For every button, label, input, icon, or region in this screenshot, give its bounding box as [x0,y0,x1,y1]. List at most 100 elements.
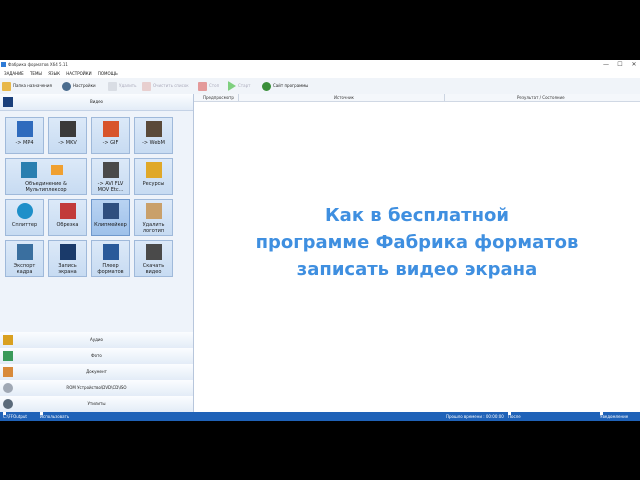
output-folder-label: Папка назначения [13,83,52,88]
toolbar: Папка назначения Настройки Удалить Очист… [0,78,640,95]
app-window: Фабрика форматов X64 5.11 — ☐ ✕ ЗАДАНИЕ … [0,60,640,421]
task-list-panel: Предпросмотр Источник Результат / Состоя… [194,94,640,412]
menu-language[interactable]: ЯЗЫК [48,71,60,76]
player-icon [103,244,119,260]
category-audio[interactable]: Аудио [0,332,193,349]
app-icon [1,62,6,67]
title-bar: Фабрика форматов X64 5.11 — ☐ ✕ [0,60,640,70]
settings-button[interactable]: Настройки [62,81,96,91]
music-icon [51,165,63,175]
category-audio-label: Аудио [90,337,103,342]
eraser-icon [146,203,162,219]
tile-label: -> AVI FLV MOV Etc... [97,181,124,193]
close-button[interactable]: ✕ [628,60,640,70]
stop-label: Стоп [209,83,220,88]
website-button[interactable]: Сайт программы [262,81,308,91]
menu-help[interactable]: ПОМОЩЬ [98,71,118,76]
tile-clipmaker[interactable]: Клипмейкер [91,199,130,236]
tile-label: -> MP4 [15,140,34,146]
overlay-caption: Как в бесплатной программе Фабрика форма… [194,202,640,283]
tile-label: Сплиттер [11,222,38,228]
tile-to-avi-flv-mov[interactable]: -> AVI FLV MOV Etc... [91,158,130,195]
task-list-header: Предпросмотр Источник Результат / Состоя… [194,94,640,102]
notify-label: Уведомление [600,414,629,419]
overlay-line-3: записать видео экрана [296,259,538,280]
tile-format-player[interactable]: Плеер форматов [91,240,130,277]
stop-button[interactable]: Стоп [198,81,219,91]
gear-icon [62,81,71,91]
webm-icon [146,121,162,137]
tile-label: Клипмейкер [94,222,127,228]
category-utilities-label: Утилиты [87,401,106,406]
menu-themes[interactable]: ТЕМЫ [30,71,42,76]
stop-icon [198,81,207,91]
tile-label: Запись экрана [58,263,77,275]
tile-splitter[interactable]: Сплиттер [5,199,44,236]
column-preview[interactable]: Предпросмотр [203,94,234,101]
output-path-label: C:\FFOutput [3,414,27,419]
remove-icon [108,81,117,91]
tile-label: Плеер форматов [97,263,124,275]
screen-record-icon [60,244,76,260]
tile-to-gif[interactable]: -> GIF [91,117,130,154]
window-title: Фабрика форматов X64 5.11 [8,62,68,67]
tile-crop[interactable]: Обрезка [48,199,87,236]
document-icon [3,367,13,377]
minimize-button[interactable]: — [600,60,612,70]
frame-export-icon [17,244,33,260]
website-label: Сайт программы [273,83,309,88]
tile-label: -> MKV [58,140,77,146]
tile-label: Удалить логотип [142,222,165,234]
mp4-icon [17,121,33,137]
clipmaker-icon [103,203,119,219]
maximize-button[interactable]: ☐ [614,60,626,70]
column-source[interactable]: Источник [334,94,354,101]
menu-settings[interactable]: НАСТРОЙКИ [66,71,91,76]
tile-merge-mux[interactable]: Объединение & Мультиплексор [5,158,87,195]
tile-label: Скачать видео [142,263,165,275]
tile-label: -> GIF [102,140,119,146]
category-document[interactable]: Документ [0,364,193,381]
scissors-icon [60,203,76,219]
output-folder-button[interactable]: Папка назначения [2,81,52,91]
merge-icon [21,162,37,178]
category-photo[interactable]: Фото [0,348,193,365]
overlay-line-2: программе Фабрика форматов [255,232,579,253]
elapsed-time: Прошло времени : 00:00:00 [446,414,504,419]
column-divider [444,94,445,101]
after-convert-label: После конвертации : Выключить ПК [508,414,521,419]
category-photo-label: Фото [91,353,102,358]
category-panel: Видео -> MP4 -> MKV -> GIF -> WebM Объед… [0,94,194,413]
category-utilities[interactable]: Утилиты [0,396,193,413]
clear-list-button[interactable]: Очистить список [142,81,189,91]
tile-to-mkv[interactable]: -> MKV [48,117,87,154]
category-video[interactable]: Видео [0,94,193,111]
tools-icon [3,399,13,409]
gif-icon [103,121,119,137]
start-button[interactable]: Старт [228,81,250,91]
settings-label: Настройки [73,83,96,88]
tile-to-webm[interactable]: -> WebM [134,117,173,154]
menu-task[interactable]: ЗАДАНИЕ [4,71,24,76]
resources-icon [146,162,162,178]
column-result[interactable]: Результат / Состояние [517,94,565,101]
tile-export-frame[interactable]: Экспорт кадра [5,240,44,277]
category-rom[interactable]: ROM Устройство\DVD\CD\ISO [0,380,193,397]
folder-icon [2,81,11,91]
category-document-label: Документ [86,369,107,374]
status-bar: C:\FFOutput Использовать многопоточность… [0,412,640,421]
menu-bar: ЗАДАНИЕ ТЕМЫ ЯЗЫК НАСТРОЙКИ ПОМОЩЬ [0,70,640,78]
tile-to-mp4[interactable]: -> MP4 [5,117,44,154]
globe-icon [262,81,271,91]
tile-screen-record[interactable]: Запись экрана [48,240,87,277]
tile-label: Экспорт кадра [13,263,36,275]
tile-remove-logo[interactable]: Удалить логотип [134,199,173,236]
disc-icon [3,383,13,393]
tile-label: Обрезка [56,222,79,228]
mkv-icon [60,121,76,137]
tile-resources[interactable]: Ресурсы [134,158,173,195]
category-video-label: Видео [89,99,104,104]
photo-icon [3,351,13,361]
remove-button[interactable]: Удалить [108,81,137,91]
tile-download-video[interactable]: Скачать видео [134,240,173,277]
